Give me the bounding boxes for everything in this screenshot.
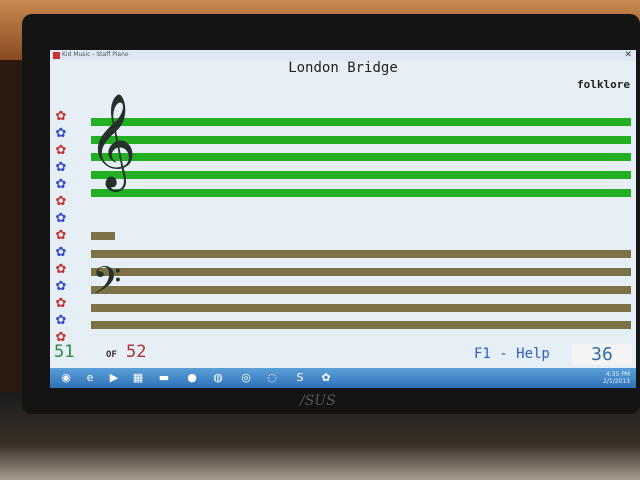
treble-staff-line — [91, 153, 631, 161]
flower-icon: ✿ — [55, 177, 67, 192]
bass-staff-line — [91, 268, 631, 276]
flower-icon: ✿ — [55, 279, 67, 294]
score-display: 36 — [572, 344, 632, 365]
flower-icon: ✿ — [55, 262, 67, 277]
system-clock[interactable]: 4:35 PM 2/1/2013 — [603, 371, 630, 385]
flower-icon: ✿ — [55, 126, 67, 141]
total-songs: 52 — [126, 342, 147, 362]
song-title: London Bridge — [288, 60, 398, 76]
bass-staff-line — [91, 286, 631, 294]
window-title: Kid Music - Staff Piano — [62, 51, 129, 58]
media-player-icon[interactable]: ▶ — [106, 370, 122, 386]
app-icon — [53, 52, 60, 59]
help-hint[interactable]: F1 - Help — [474, 346, 550, 362]
treble-staff-line — [91, 189, 631, 197]
flower-column: ✿ ✿ ✿ ✿ ✿ ✿ ✿ ✿ ✿ ✿ ✿ ✿ ✿ ✿ — [54, 108, 68, 346]
treble-staff-line — [91, 171, 631, 179]
chrome-icon[interactable]: ◎ — [238, 370, 254, 386]
bass-clef-icon: 𝄢 — [92, 258, 122, 312]
flower-icon: ✿ — [55, 245, 67, 260]
flower-icon: ✿ — [55, 143, 67, 158]
start-orb-icon[interactable]: ◉ — [58, 370, 74, 386]
treble-clef-icon: 𝄞 — [88, 93, 137, 188]
ledger-line — [91, 232, 115, 240]
safari-icon[interactable]: ◌ — [264, 370, 280, 386]
skype-icon[interactable]: S — [292, 370, 308, 386]
taskbar: 4:35 PM 2/1/2013 ◉ e ▶ ▦ ▬ ● ◍ ◎ ◌ S ✿ — [50, 368, 636, 388]
treble-staff-line — [91, 136, 631, 144]
firefox-icon[interactable]: ◍ — [210, 370, 226, 386]
clock-time: 4:35 PM — [605, 371, 630, 378]
flower-icon: ✿ — [55, 109, 67, 124]
piano-app-icon[interactable]: ✿ — [318, 370, 334, 386]
flower-icon: ✿ — [55, 296, 67, 311]
bass-staff-line — [91, 321, 631, 329]
app-icon[interactable]: ● — [184, 370, 200, 386]
flower-icon: ✿ — [55, 194, 67, 209]
ie-icon[interactable]: e — [82, 370, 98, 386]
screen: Kid Music - Staff Piano ✕ London Bridge … — [50, 50, 636, 388]
flower-icon: ✿ — [55, 228, 67, 243]
clock-date: 2/1/2013 — [603, 378, 630, 385]
flower-icon: ✿ — [55, 211, 67, 226]
folder-icon[interactable]: ▬ — [156, 370, 172, 386]
close-icon[interactable]: ✕ — [624, 50, 632, 60]
treble-staff-line — [91, 118, 631, 126]
bass-staff-line — [91, 250, 631, 258]
flower-icon: ✿ — [55, 160, 67, 175]
bass-staff-line — [91, 304, 631, 312]
laptop-brand: /SUS — [300, 393, 336, 409]
flower-icon: ✿ — [55, 313, 67, 328]
current-song-number: 51 — [54, 342, 75, 362]
explorer-icon[interactable]: ▦ — [130, 370, 146, 386]
of-label: OF — [106, 350, 117, 360]
song-genre: folklore — [577, 78, 630, 91]
